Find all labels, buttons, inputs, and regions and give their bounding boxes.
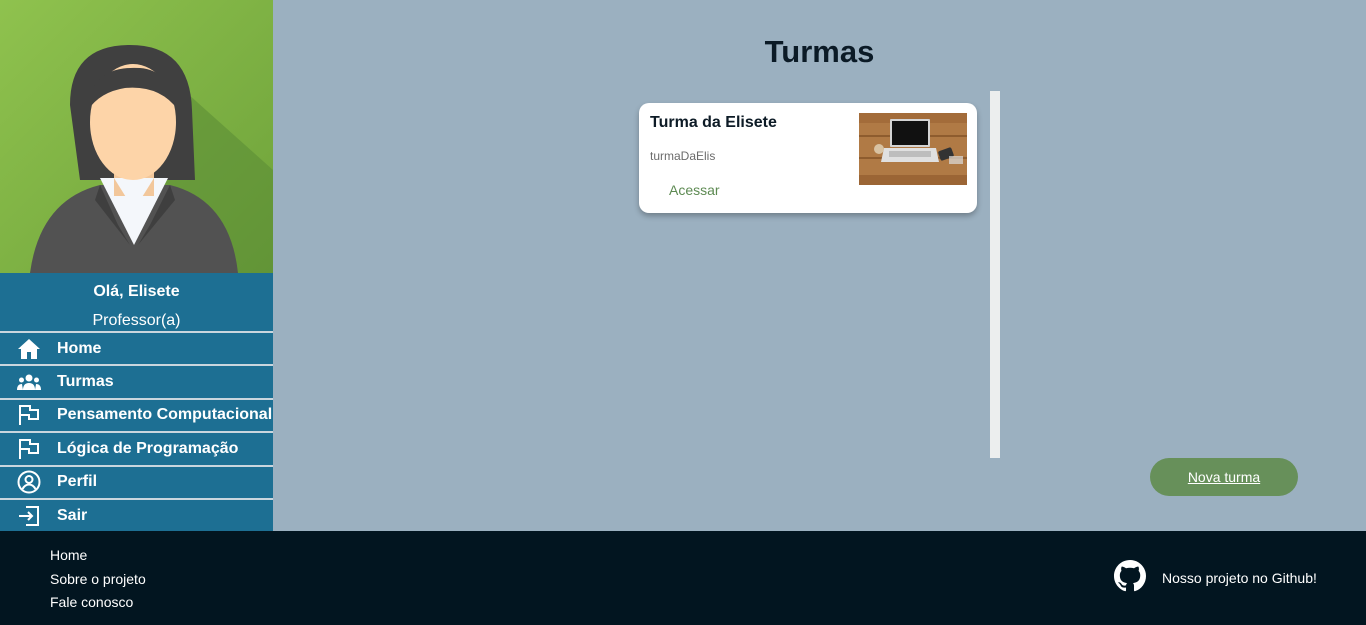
users-icon	[16, 369, 42, 395]
sidebar-item-logica-de-programacao[interactable]: Lógica de Programação	[0, 431, 273, 464]
new-class-button[interactable]: Nova turma	[1150, 458, 1298, 496]
flag-icon	[16, 402, 42, 428]
page-title: Turmas	[273, 34, 1366, 70]
access-class-link[interactable]: Acessar	[669, 182, 720, 198]
footer-link-home[interactable]: Home	[50, 547, 87, 563]
sidebar-item-home[interactable]: Home	[0, 331, 273, 364]
class-card-title: Turma da Elisete	[650, 114, 777, 131]
class-card: Turma da Elisete turmaDaElis Acessar	[639, 103, 977, 213]
sidebar-item-label: Lógica de Programação	[57, 439, 239, 457]
class-card-code: turmaDaElis	[650, 149, 716, 163]
sidebar-item-label: Turmas	[57, 373, 114, 391]
sidebar-item-turmas[interactable]: Turmas	[0, 364, 273, 397]
sidebar-item-label: Sair	[57, 506, 88, 524]
flag-icon	[16, 436, 42, 462]
github-link[interactable]: Nosso projeto no Github!	[1162, 570, 1317, 586]
greeting: Olá, Elisete	[93, 283, 180, 300]
sidebar-menu: Home Turmas Pensamento Computacional Lóg…	[0, 331, 273, 531]
github-icon[interactable]	[1114, 560, 1146, 592]
sidebar: Olá, Elisete Professor(a) Home Turmas Pe…	[0, 0, 273, 531]
user-circle-icon	[16, 469, 42, 495]
sidebar-item-label: Pensamento Computacional	[57, 406, 273, 424]
sidebar-item-label: Home	[57, 339, 102, 357]
footer-link-contato[interactable]: Fale conosco	[50, 594, 133, 610]
class-card-image	[859, 113, 967, 185]
sidebar-item-sair[interactable]: Sair	[0, 497, 273, 531]
sidebar-item-pensamento-computacional[interactable]: Pensamento Computacional	[0, 397, 273, 431]
sidebar-item-perfil[interactable]: Perfil	[0, 464, 273, 498]
avatar	[0, 0, 273, 273]
scrollbar[interactable]	[990, 91, 1000, 458]
page-title-text: Turmas	[764, 34, 875, 69]
user-role: Professor(a)	[92, 312, 181, 329]
sign-out-icon	[16, 503, 42, 529]
home-icon	[16, 336, 42, 362]
footer-link-sobre[interactable]: Sobre o projeto	[50, 571, 146, 587]
sidebar-item-label: Perfil	[57, 473, 98, 491]
footer: Home Sobre o projeto Fale conosco Nosso …	[0, 531, 1366, 625]
